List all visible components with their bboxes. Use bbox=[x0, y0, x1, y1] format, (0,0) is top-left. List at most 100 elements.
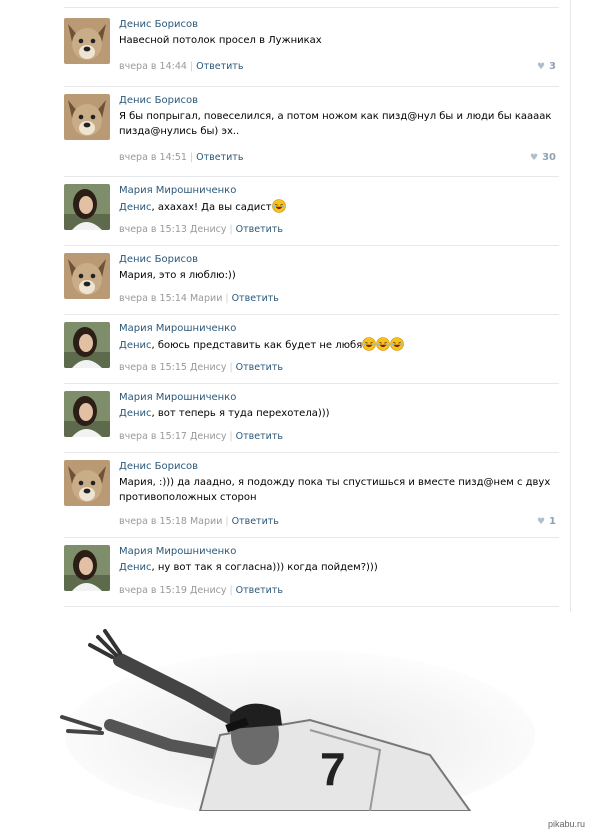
heart-icon: ♥ bbox=[536, 517, 546, 527]
comment-time[interactable]: вчера в 15:19 bbox=[119, 585, 187, 596]
reply-button[interactable]: Ответить bbox=[236, 431, 283, 442]
like-button[interactable]: ♥ 1 bbox=[537, 516, 556, 528]
laugh-emoji-icon bbox=[362, 337, 377, 351]
meta-separator: | bbox=[229, 431, 233, 442]
comment-meta: вчера в 15:19 Денису | Ответить bbox=[119, 585, 283, 597]
jersey-number: 7 bbox=[320, 743, 346, 795]
like-count: 1 bbox=[549, 516, 556, 527]
comment-time[interactable]: вчера в 15:18 bbox=[119, 516, 187, 527]
reply-to-name: Денису bbox=[189, 362, 227, 373]
pikabu-watermark: pikabu.ru bbox=[548, 819, 586, 829]
meta-separator: | bbox=[229, 362, 233, 373]
comment-time[interactable]: вчера в 15:13 bbox=[119, 224, 187, 235]
like-count: 30 bbox=[542, 152, 556, 163]
reply-button[interactable]: Ответить bbox=[236, 362, 283, 373]
comment-time[interactable]: вчера в 14:44 bbox=[119, 61, 187, 72]
meta-separator: | bbox=[225, 516, 229, 527]
dog-avatar[interactable] bbox=[64, 460, 110, 506]
comment-item: Мария Мирошниченко Денис, ну вот так я со… bbox=[64, 537, 559, 607]
reply-to-name: Денису bbox=[189, 224, 227, 235]
meme-photo: 7 bbox=[50, 625, 550, 811]
heart-icon: ♥ bbox=[530, 153, 539, 163]
comment-text: Мария, это я люблю:)) bbox=[119, 268, 559, 283]
reply-button[interactable]: Ответить bbox=[196, 152, 243, 163]
comment-text: Навесной потолок просел в Лужниках bbox=[119, 33, 559, 48]
comment-text: Я бы попрыгал, повеселился, а потом ножо… bbox=[119, 109, 559, 139]
like-button[interactable]: ♥ 3 bbox=[537, 61, 556, 73]
like-button[interactable]: ♥ 30 bbox=[530, 152, 556, 164]
comment-meta: вчера в 15:18 Марии | Ответить bbox=[119, 516, 279, 528]
woman-avatar[interactable] bbox=[64, 322, 110, 368]
laugh-emoji-icon bbox=[271, 199, 286, 213]
comment-meta: вчера в 15:17 Денису | Ответить bbox=[119, 431, 283, 443]
comment-author-link[interactable]: Мария Мирошниченко bbox=[119, 322, 559, 335]
meta-separator: | bbox=[189, 61, 194, 72]
top-divider bbox=[64, 7, 559, 8]
comment-meta: вчера в 15:15 Денису | Ответить bbox=[119, 362, 283, 374]
comment-body: Навесной потолок просел в Лужниках bbox=[119, 35, 322, 46]
mention-link[interactable]: Денис bbox=[119, 562, 152, 573]
comment-author-link[interactable]: Денис Борисов bbox=[119, 460, 559, 473]
dog-avatar[interactable] bbox=[64, 94, 110, 140]
comment-author-link[interactable]: Мария Мирошниченко bbox=[119, 391, 559, 404]
comment-meta: вчера в 14:44 | Ответить bbox=[119, 61, 243, 73]
comment-body: , ну вот так я согласна))) когда пойдем?… bbox=[151, 562, 378, 573]
meta-separator: | bbox=[189, 152, 194, 163]
reply-button[interactable]: Ответить bbox=[232, 293, 279, 304]
laugh-emoji-icon bbox=[390, 337, 405, 351]
woman-avatar[interactable] bbox=[64, 391, 110, 437]
dog-avatar[interactable] bbox=[64, 18, 110, 64]
comment-body: Мария, это я люблю:)) bbox=[119, 270, 236, 281]
mention-link[interactable]: Денис bbox=[119, 340, 152, 351]
reply-button[interactable]: Ответить bbox=[196, 61, 243, 72]
comment-author-link[interactable]: Мария Мирошниченко bbox=[119, 545, 559, 558]
comment-body: Я бы попрыгал, повеселился, а потом ножо… bbox=[119, 111, 552, 137]
comment-item: Денис Борисов Мария, это я люблю:)) вчера … bbox=[64, 245, 559, 315]
meta-separator: | bbox=[229, 585, 233, 596]
comment-author-link[interactable]: Мария Мирошниченко bbox=[119, 184, 559, 197]
comment-body: , вот теперь я туда перехотела))) bbox=[151, 408, 330, 419]
comment-meta: вчера в 14:51 | Ответить bbox=[119, 152, 243, 164]
reply-button[interactable]: Ответить bbox=[236, 224, 283, 235]
laugh-emoji-icon bbox=[376, 337, 391, 351]
comment-time[interactable]: вчера в 15:14 bbox=[119, 293, 187, 304]
comment-text: Денис, вот теперь я туда перехотела))) bbox=[119, 406, 559, 421]
reply-to-name: Денису bbox=[189, 431, 227, 442]
comment-body: Мария, :))) да лаадно, я подожду пока ты… bbox=[119, 477, 551, 503]
comment-item: Денис Борисов Я бы попрыгал, повеселился,… bbox=[64, 86, 559, 177]
reply-to-name: Денису bbox=[189, 585, 227, 596]
reply-button[interactable]: Ответить bbox=[232, 516, 279, 527]
meta-separator: | bbox=[225, 293, 229, 304]
comment-body: , ахахах! Да вы садист bbox=[151, 202, 272, 213]
heart-icon: ♥ bbox=[536, 62, 546, 72]
mention-link[interactable]: Денис bbox=[119, 408, 152, 419]
dog-avatar[interactable] bbox=[64, 253, 110, 299]
comment-item: Мария Мирошниченко Денис, ахахах! Да вы с… bbox=[64, 176, 559, 246]
comment-body: , боюсь представить как будет не любя bbox=[151, 340, 363, 351]
comment-text: Денис, боюсь представить как будет не лю… bbox=[119, 337, 559, 353]
comment-meta: вчера в 15:13 Денису | Ответить bbox=[119, 224, 283, 236]
reply-to-name: Марии bbox=[189, 516, 223, 527]
woman-avatar[interactable] bbox=[64, 184, 110, 230]
reply-to-name: Марии bbox=[189, 293, 223, 304]
comment-item: Мария Мирошниченко Денис, боюсь представи… bbox=[64, 314, 559, 384]
comment-time[interactable]: вчера в 15:17 bbox=[119, 431, 187, 442]
mention-link[interactable]: Денис bbox=[119, 202, 152, 213]
scroll-rail bbox=[570, 0, 571, 612]
comment-item: Мария Мирошниченко Денис, вот теперь я ту… bbox=[64, 383, 559, 453]
meta-separator: | bbox=[229, 224, 233, 235]
comment-text: Денис, ну вот так я согласна))) когда по… bbox=[119, 560, 559, 575]
like-count: 3 bbox=[549, 61, 556, 72]
comment-text: Денис, ахахах! Да вы садист bbox=[119, 199, 559, 215]
comment-text: Мария, :))) да лаадно, я подожду пока ты… bbox=[119, 475, 559, 505]
woman-avatar[interactable] bbox=[64, 545, 110, 591]
reply-button[interactable]: Ответить bbox=[236, 585, 283, 596]
comment-meta: вчера в 15:14 Марии | Ответить bbox=[119, 293, 279, 305]
comment-item: Денис Борисов Навесной потолок просел в Л… bbox=[64, 10, 559, 87]
comment-author-link[interactable]: Денис Борисов bbox=[119, 94, 559, 107]
comment-item: Денис Борисов Мария, :))) да лаадно, я по… bbox=[64, 452, 559, 538]
comment-time[interactable]: вчера в 14:51 bbox=[119, 152, 187, 163]
comment-author-link[interactable]: Денис Борисов bbox=[119, 253, 559, 266]
comment-author-link[interactable]: Денис Борисов bbox=[119, 18, 559, 31]
comment-time[interactable]: вчера в 15:15 bbox=[119, 362, 187, 373]
